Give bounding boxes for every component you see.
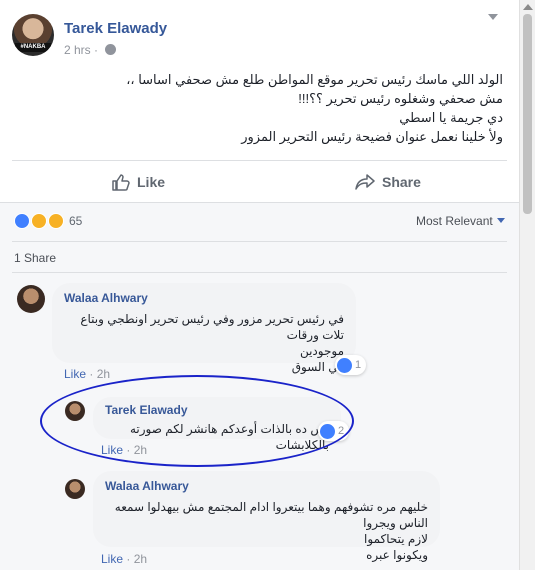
post-text-line: الولد اللي ماسك رئيس تحرير موقع المواطن …: [126, 72, 503, 87]
haha-reaction-icon: [31, 213, 47, 229]
commenter-avatar[interactable]: [17, 285, 45, 313]
reaction-summary[interactable]: 65: [14, 211, 82, 231]
post-text: الولد اللي ماسك رئيس تحرير موقع المواطن …: [12, 70, 503, 146]
separator: ·: [89, 367, 97, 381]
comment-sort-label: Most Relevant: [416, 214, 493, 228]
comment-like-link[interactable]: Like: [101, 552, 123, 566]
share-button[interactable]: Share: [355, 170, 421, 194]
share-count-link[interactable]: 1 Share: [14, 251, 56, 265]
comment-time[interactable]: 2h: [134, 552, 147, 566]
comment-actions: Like · 2h: [64, 367, 110, 381]
wow-reaction-icon: [48, 213, 64, 229]
comment-author[interactable]: Walaa Alhwary: [64, 291, 344, 305]
reply-bubble: Walaa Alhwary خليهم مره تشوفهم وهما بيتع…: [93, 471, 440, 562]
globe-icon: [105, 44, 117, 55]
post-text-line: ولأ خلينا نعمل عنوان فضيحة رئيس التحرير …: [241, 129, 503, 144]
post-text-line: دي جريمة يا اسطي: [399, 110, 503, 125]
post-options-chevron-icon[interactable]: [488, 14, 498, 20]
divider: [12, 272, 507, 273]
like-reaction-icon: [14, 213, 30, 229]
post-timestamp[interactable]: 2 hrs ·: [64, 43, 117, 57]
caret-down-icon: [496, 218, 505, 223]
comment-text: خليهم مره تشوفهم وهما بيتعروا ادام المجت…: [105, 499, 428, 563]
divider: [12, 160, 507, 161]
post-time[interactable]: 2 hrs ·: [64, 43, 101, 57]
like-button[interactable]: Like: [112, 170, 165, 194]
comment-time[interactable]: 2h: [97, 367, 110, 381]
post-author-name[interactable]: Tarek Elawady: [64, 20, 167, 37]
comment-text-line: في رئيس تحرير مزور وفي رئيس تحرير اونطجي…: [80, 312, 344, 342]
separator: ·: [126, 552, 134, 566]
commenter-avatar[interactable]: [65, 479, 85, 499]
post-text-line: مش صحفي وشغلوه رئيس تحرير ؟؟!!!: [298, 91, 503, 106]
like-reaction-icon: [337, 357, 352, 373]
share-button-label: Share: [382, 174, 421, 190]
scrollbar-thumb[interactable]: [523, 14, 532, 214]
comment-text-line: خليهم مره تشوفهم وهما بيتعروا ادام المجت…: [114, 500, 428, 530]
comment-like-link[interactable]: Like: [64, 367, 86, 381]
avatar-tag: #NAKBA: [15, 43, 51, 52]
vertical-scrollbar[interactable]: [519, 0, 535, 570]
comment-author[interactable]: Walaa Alhwary: [105, 479, 428, 493]
reaction-count: 65: [69, 214, 83, 228]
like-button-label: Like: [137, 174, 166, 190]
author-avatar[interactable]: #NAKBA: [12, 14, 54, 56]
comment-text-line: ويكونوا عبره: [366, 548, 428, 562]
post-card: #NAKBA Tarek Elawady 2 hrs · الولد اللي …: [0, 0, 519, 570]
divider: [12, 241, 507, 242]
comment-like-count-badge[interactable]: 1: [335, 355, 367, 375]
share-arrow-icon: [355, 174, 375, 190]
comment-actions: Like · 2h: [101, 552, 147, 566]
comment-text-line: لازم يتحاكموا: [364, 532, 428, 546]
comment-bubble: Walaa Alhwary في رئيس تحرير مزور وفي رئي…: [52, 283, 356, 374]
comment-sort-dropdown[interactable]: Most Relevant: [416, 214, 505, 228]
thumbs-up-icon: [112, 174, 130, 191]
comment-text: في رئيس تحرير مزور وفي رئيس تحرير اونطجي…: [64, 311, 344, 375]
comment-like-count: 1: [355, 359, 362, 371]
hand-drawn-circle-annotation: [40, 375, 354, 467]
comment-text-line: موجودين: [299, 344, 344, 358]
divider: [0, 202, 519, 203]
scroll-up-arrow-icon[interactable]: [523, 4, 533, 10]
